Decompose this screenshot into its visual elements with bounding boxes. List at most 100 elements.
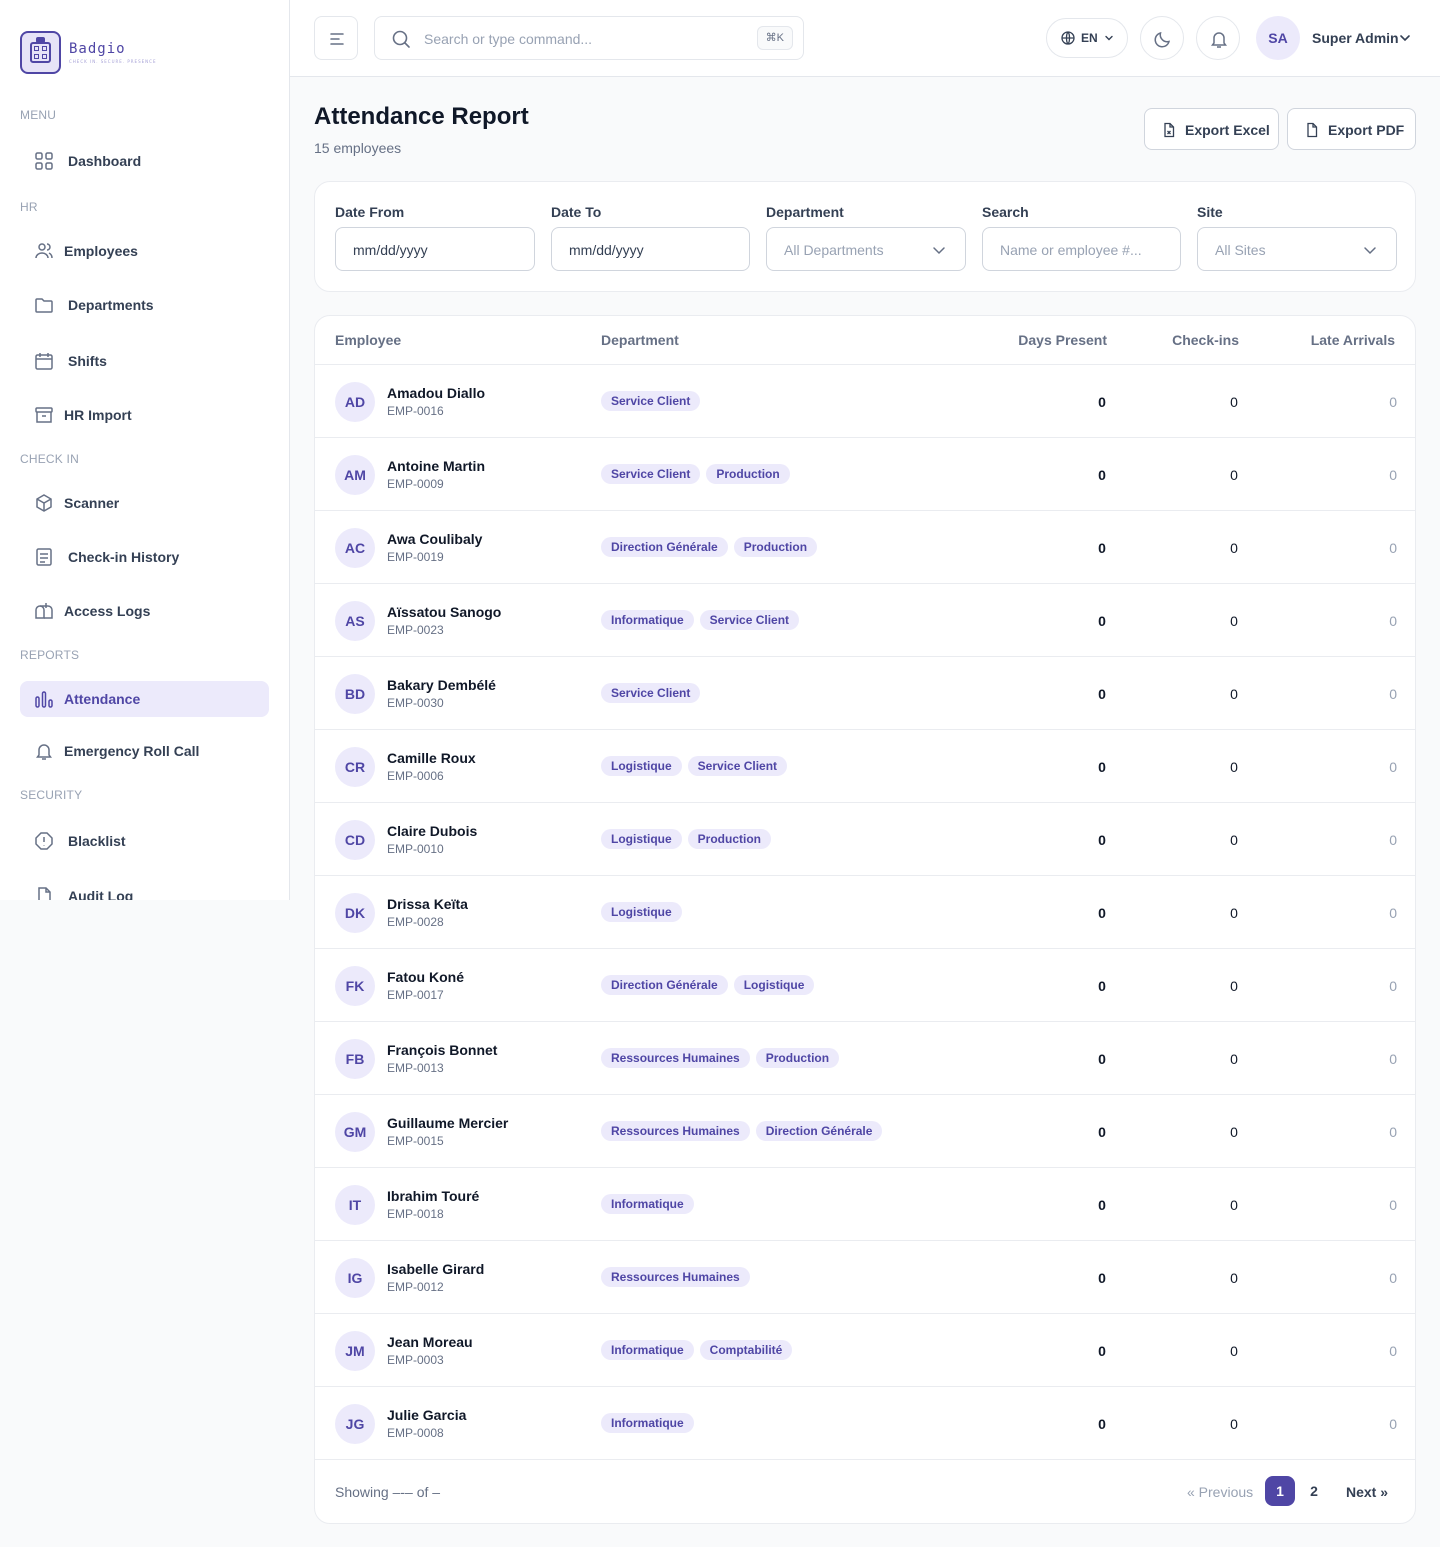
table-row[interactable]: AM Antoine Martin EMP-0009 Service Client Pr… — [315, 438, 1415, 511]
section-label-menu: MENU — [20, 108, 57, 122]
sidebar-item-blacklist[interactable]: Blacklist — [20, 823, 269, 859]
sidebar-item-checkin-history[interactable]: Check-in History — [20, 539, 269, 575]
search-label: Search — [982, 204, 1029, 220]
date-from-input[interactable]: mm/dd/yyyy — [335, 227, 535, 271]
employee-name[interactable]: Bakary Dembélé — [387, 677, 496, 693]
table-row[interactable]: FB François Bonnet EMP-0013 Ressources Huma… — [315, 1022, 1415, 1095]
user-avatar[interactable]: SA — [1256, 16, 1300, 60]
table-row[interactable]: DK Drissa Keïta EMP-0028 Logistique 0 0 0 — [315, 876, 1415, 949]
department-badge: Production — [733, 537, 818, 557]
employee-name[interactable]: Drissa Keïta — [387, 896, 468, 912]
column-header-late-arrivals[interactable]: Late Arrivals — [1311, 332, 1395, 348]
employee-avatar: GM — [335, 1112, 375, 1152]
department-badge: Ressources Humaines — [601, 1048, 750, 1068]
days-present-value: 0 — [1098, 1124, 1106, 1140]
export-pdf-label: Export PDF — [1328, 122, 1405, 138]
column-header-days-present[interactable]: Days Present — [1018, 332, 1107, 348]
table-row[interactable]: AD Amadou Diallo EMP-0016 Service Client 0 0 0 — [315, 365, 1415, 438]
employee-name[interactable]: Guillaume Mercier — [387, 1115, 508, 1131]
sidebar-item-hr-import[interactable]: HR Import — [20, 397, 269, 433]
table-row[interactable]: CR Camille Roux EMP-0006 Logistique Service … — [315, 730, 1415, 803]
search-shortcut-badge: ⌘K — [756, 26, 793, 50]
pagination-page-2[interactable]: 2 — [1299, 1476, 1329, 1506]
export-excel-button[interactable]: Export Excel — [1144, 108, 1279, 150]
employee-name[interactable]: Aïssatou Sanogo — [387, 604, 501, 620]
sidebar-item-dashboard[interactable]: Dashboard — [20, 143, 269, 179]
mailbox-icon — [35, 603, 53, 619]
table-row[interactable]: JM Jean Moreau EMP-0003 Informatique Comptab… — [315, 1314, 1415, 1387]
command-search-input[interactable]: Search or type command... ⌘K — [374, 16, 804, 60]
late-arrivals-value: 0 — [1389, 613, 1397, 629]
employee-name[interactable]: Julie Garcia — [387, 1407, 466, 1423]
sidebar-item-employees[interactable]: Employees — [20, 233, 269, 269]
chevron-down-icon[interactable] — [1398, 31, 1412, 45]
late-arrivals-value: 0 — [1389, 467, 1397, 483]
date-to-input[interactable]: mm/dd/yyyy — [551, 227, 750, 271]
pagination-page-1[interactable]: 1 — [1265, 1476, 1295, 1506]
site-select[interactable]: All Sites — [1197, 227, 1397, 271]
days-present-value: 0 — [1098, 905, 1106, 921]
department-tags: Logistique — [601, 902, 682, 922]
search-icon — [392, 30, 410, 48]
pagination-next[interactable]: Next » — [1346, 1484, 1388, 1500]
employee-name[interactable]: Isabelle Girard — [387, 1261, 484, 1277]
sidebar-item-access-logs[interactable]: Access Logs — [20, 593, 269, 629]
employee-search-input[interactable]: Name or employee #... — [982, 227, 1181, 271]
export-pdf-button[interactable]: Export PDF — [1287, 108, 1416, 150]
table-row[interactable]: AS Aïssatou Sanogo EMP-0023 Informatique Ser… — [315, 584, 1415, 657]
document-icon — [38, 887, 51, 900]
table-row[interactable]: GM Guillaume Mercier EMP-0015 Ressources Hu… — [315, 1095, 1415, 1168]
language-switcher[interactable]: EN — [1046, 18, 1128, 58]
checkins-value: 0 — [1230, 759, 1238, 775]
employee-name[interactable]: Ibrahim Touré — [387, 1188, 479, 1204]
employee-name[interactable]: Amadou Diallo — [387, 385, 485, 401]
late-arrivals-value: 0 — [1389, 1343, 1397, 1359]
department-badge: Informatique — [601, 1413, 694, 1433]
sidebar-item-departments[interactable]: Departments — [20, 287, 269, 323]
file-excel-icon — [1164, 122, 1175, 138]
employee-name[interactable]: Jean Moreau — [387, 1334, 473, 1350]
department-tags: Ressources Humaines Direction Générale — [601, 1121, 883, 1141]
sidebar-item-emergency-roll-call[interactable]: Emergency Roll Call — [20, 733, 269, 769]
table-row[interactable]: CD Claire Dubois EMP-0010 Logistique Product… — [315, 803, 1415, 876]
user-menu-name[interactable]: Super Admin — [1312, 30, 1399, 46]
table-row[interactable]: AC Awa Coulibaly EMP-0019 Direction Général… — [315, 511, 1415, 584]
sidebar-item-audit-log[interactable]: Audit Log — [20, 878, 269, 900]
column-header-department[interactable]: Department — [601, 332, 679, 348]
days-present-value: 0 — [1098, 1270, 1106, 1286]
employee-name[interactable]: Fatou Koné — [387, 969, 464, 985]
department-badge: Ressources Humaines — [601, 1121, 750, 1141]
menu-icon — [330, 33, 344, 45]
table-row[interactable]: BD Bakary Dembélé EMP-0030 Service Client 0 0… — [315, 657, 1415, 730]
table-row[interactable]: FK Fatou Koné EMP-0017 Direction Générale Lo… — [315, 949, 1415, 1022]
employee-name[interactable]: Awa Coulibaly — [387, 531, 482, 547]
sidebar-item-attendance[interactable]: Attendance — [20, 681, 269, 717]
table-row[interactable]: IT Ibrahim Touré EMP-0018 Informatique 0 0 0 — [315, 1168, 1415, 1241]
table-row[interactable]: IG Isabelle Girard EMP-0012 Ressources Huma… — [315, 1241, 1415, 1314]
column-header-employee[interactable]: Employee — [335, 332, 401, 348]
checkins-value: 0 — [1230, 540, 1238, 556]
department-tags: Ressources Humaines Production — [601, 1048, 840, 1068]
department-tags: Informatique Service Client — [601, 610, 800, 630]
pagination-previous[interactable]: « Previous — [1187, 1484, 1253, 1500]
employee-number: EMP-0023 — [387, 623, 444, 637]
days-present-value: 0 — [1098, 759, 1106, 775]
pagination-summary: Showing –-– of – — [335, 1484, 441, 1500]
grid-icon — [35, 152, 53, 170]
dark-mode-toggle[interactable] — [1140, 16, 1184, 60]
page-title: Attendance Report — [314, 103, 529, 130]
sidebar-item-shifts[interactable]: Shifts — [20, 343, 269, 379]
language-label: EN — [1081, 31, 1098, 45]
column-header-checkins[interactable]: Check-ins — [1172, 332, 1239, 348]
sidebar-toggle-button[interactable] — [314, 16, 358, 60]
table-row[interactable]: JG Julie Garcia EMP-0008 Informatique 0 0 0 — [315, 1387, 1415, 1460]
date-from-value: mm/dd/yyyy — [353, 242, 428, 258]
sidebar-item-scanner[interactable]: Scanner — [20, 485, 269, 521]
employee-name[interactable]: Claire Dubois — [387, 823, 477, 839]
department-select[interactable]: All Departments — [766, 227, 966, 271]
employee-name[interactable]: Camille Roux — [387, 750, 476, 766]
employee-name[interactable]: François Bonnet — [387, 1042, 497, 1058]
notifications-button[interactable] — [1196, 16, 1240, 60]
employee-name[interactable]: Antoine Martin — [387, 458, 485, 474]
days-present-value: 0 — [1098, 978, 1106, 994]
